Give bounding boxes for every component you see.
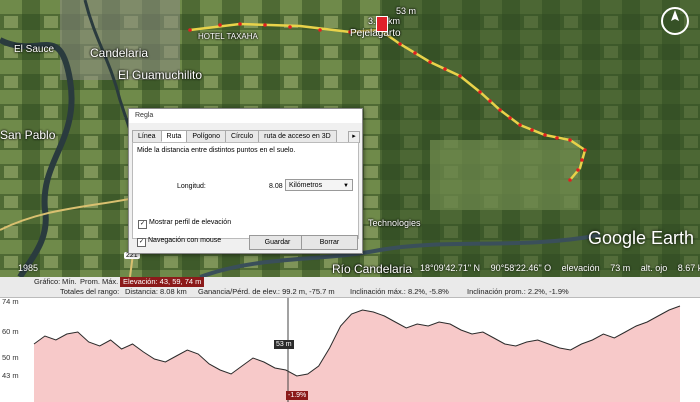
y-tick-74: 74 m — [2, 297, 19, 306]
route-point[interactable] — [188, 28, 192, 32]
latitude-readout: 18°09'42.71" N — [420, 263, 481, 273]
save-button[interactable]: Guardar — [249, 235, 306, 250]
y-tick-60: 60 m — [2, 327, 19, 336]
route-point[interactable] — [580, 158, 584, 162]
ruler-dialog: Regla Línea Ruta Polígono Círculo ruta d… — [128, 108, 363, 254]
cursor-slope-tag: -1.9% — [286, 391, 309, 400]
erase-button[interactable]: Borrar — [301, 235, 358, 250]
place-label-san-pablo: San Pablo — [0, 128, 56, 142]
place-label-guamuchilito: El Guamuchilito — [118, 68, 203, 82]
min-toggle[interactable]: Mín. — [62, 277, 77, 287]
route-point[interactable] — [568, 178, 572, 182]
route-point[interactable] — [576, 168, 580, 172]
elevation-chart[interactable] — [0, 298, 700, 402]
route-point[interactable] — [530, 128, 534, 132]
avg-toggle[interactable]: Prom. — [80, 277, 100, 287]
route-point[interactable] — [428, 60, 432, 64]
distance-stat: Distancia: 8.08 km — [125, 287, 187, 296]
gain-loss-stat: Ganancia/Pérd. de elev.: 99.2 m, -75.7 m — [198, 287, 335, 296]
totals-label: Totales del rango: — [60, 287, 120, 296]
length-value: 8.08 — [269, 183, 283, 190]
route-point[interactable] — [478, 90, 482, 94]
tab-panel: Mide la distancia entre distintos puntos… — [132, 142, 359, 239]
place-label-el-sauce: El Sauce — [14, 44, 55, 55]
mouse-nav-checkbox[interactable]: ✓ — [137, 238, 146, 247]
route-point[interactable] — [458, 74, 462, 78]
profile-stats-row: Gráfico: Mín. Prom. Máx. Elevación: 43, … — [0, 277, 700, 287]
y-tick-43: 43 m — [2, 371, 19, 380]
route-point[interactable] — [508, 116, 512, 120]
route-point[interactable] — [543, 133, 547, 137]
marker-elevation: 53 m — [396, 6, 417, 16]
map-credit-technologies: Technologies — [368, 218, 421, 228]
tab-3d-path[interactable]: ruta de acceso en 3D — [258, 130, 337, 142]
place-label-candelaria: Candelaria — [90, 46, 149, 60]
ruler-tabs: Línea Ruta Polígono Círculo ruta de acce… — [132, 130, 337, 142]
show-profile-label: Mostrar perfil de elevación — [149, 219, 232, 226]
eye-alt-label: alt. ojo — [640, 263, 668, 273]
tab-line[interactable]: Línea — [132, 130, 162, 142]
profile-area — [34, 306, 680, 402]
unit-value: Kilómetros — [289, 182, 323, 189]
mouse-nav-label: Navegación con mouse — [148, 237, 222, 244]
tab-description: Mide la distancia entre distintos puntos… — [137, 147, 296, 154]
y-tick-50: 50 m — [2, 353, 19, 362]
longitude-readout: 90°58'22.46" O — [490, 263, 552, 273]
elevation-stats: Elevación: 43, 59, 74 m — [120, 277, 205, 287]
graph-label: Gráfico: — [34, 277, 61, 286]
unit-select[interactable]: Kilómetros ▼ — [285, 179, 353, 191]
eye-alt-readout: 8.67 km — [677, 263, 700, 273]
length-label: Longitud: — [177, 183, 206, 190]
cursor-elevation-tag: 53 m — [274, 340, 294, 349]
route-point[interactable] — [488, 99, 492, 103]
imagery-year: 1985 — [18, 263, 39, 273]
route-point[interactable] — [555, 136, 559, 140]
elevation-profile-panel: Gráfico: Mín. Prom. Máx. Elevación: 43, … — [0, 277, 700, 402]
google-earth-logo: Google Earth — [588, 228, 695, 248]
route-point[interactable] — [413, 51, 417, 55]
tab-polygon[interactable]: Polígono — [186, 130, 226, 142]
show-profile-checkbox[interactable]: ✓ — [138, 220, 147, 229]
elevation-label: elevación — [561, 263, 600, 273]
route-point[interactable] — [238, 22, 242, 26]
route-point[interactable] — [398, 42, 402, 46]
status-bar: 18°09'42.71" N 90°58'22.46" O elevación … — [420, 263, 700, 273]
place-label-hotel: HOTEL TAXAHA — [198, 32, 258, 41]
chevron-down-icon: ▼ — [343, 183, 349, 189]
route-point[interactable] — [583, 148, 587, 152]
elevation-readout: 73 m — [610, 263, 631, 273]
route-point[interactable] — [263, 23, 267, 27]
position-marker-icon — [376, 16, 388, 32]
route-point[interactable] — [518, 123, 522, 127]
max-toggle[interactable]: Máx. — [102, 277, 118, 287]
route-point[interactable] — [498, 108, 502, 112]
dialog-title: Regla — [129, 109, 362, 123]
tab-circle[interactable]: Círculo — [224, 130, 260, 142]
place-label-rio-candelaria: Río Candelaria — [332, 262, 413, 276]
compass-icon[interactable] — [660, 6, 690, 36]
route-point[interactable] — [568, 138, 572, 142]
route-point[interactable] — [443, 67, 447, 71]
profile-totals-row: Totales del rango: Distancia: 8.08 km Ga… — [0, 287, 700, 298]
avg-slope-stat: Inclinación prom.: 2.2%, -1.9% — [467, 287, 569, 296]
route-point[interactable] — [288, 25, 292, 29]
route-point[interactable] — [218, 23, 222, 27]
max-slope-stat: Inclinación máx.: 8.2%, -5.8% — [350, 287, 449, 296]
route-point[interactable] — [318, 28, 322, 32]
tab-path[interactable]: Ruta — [160, 130, 188, 142]
